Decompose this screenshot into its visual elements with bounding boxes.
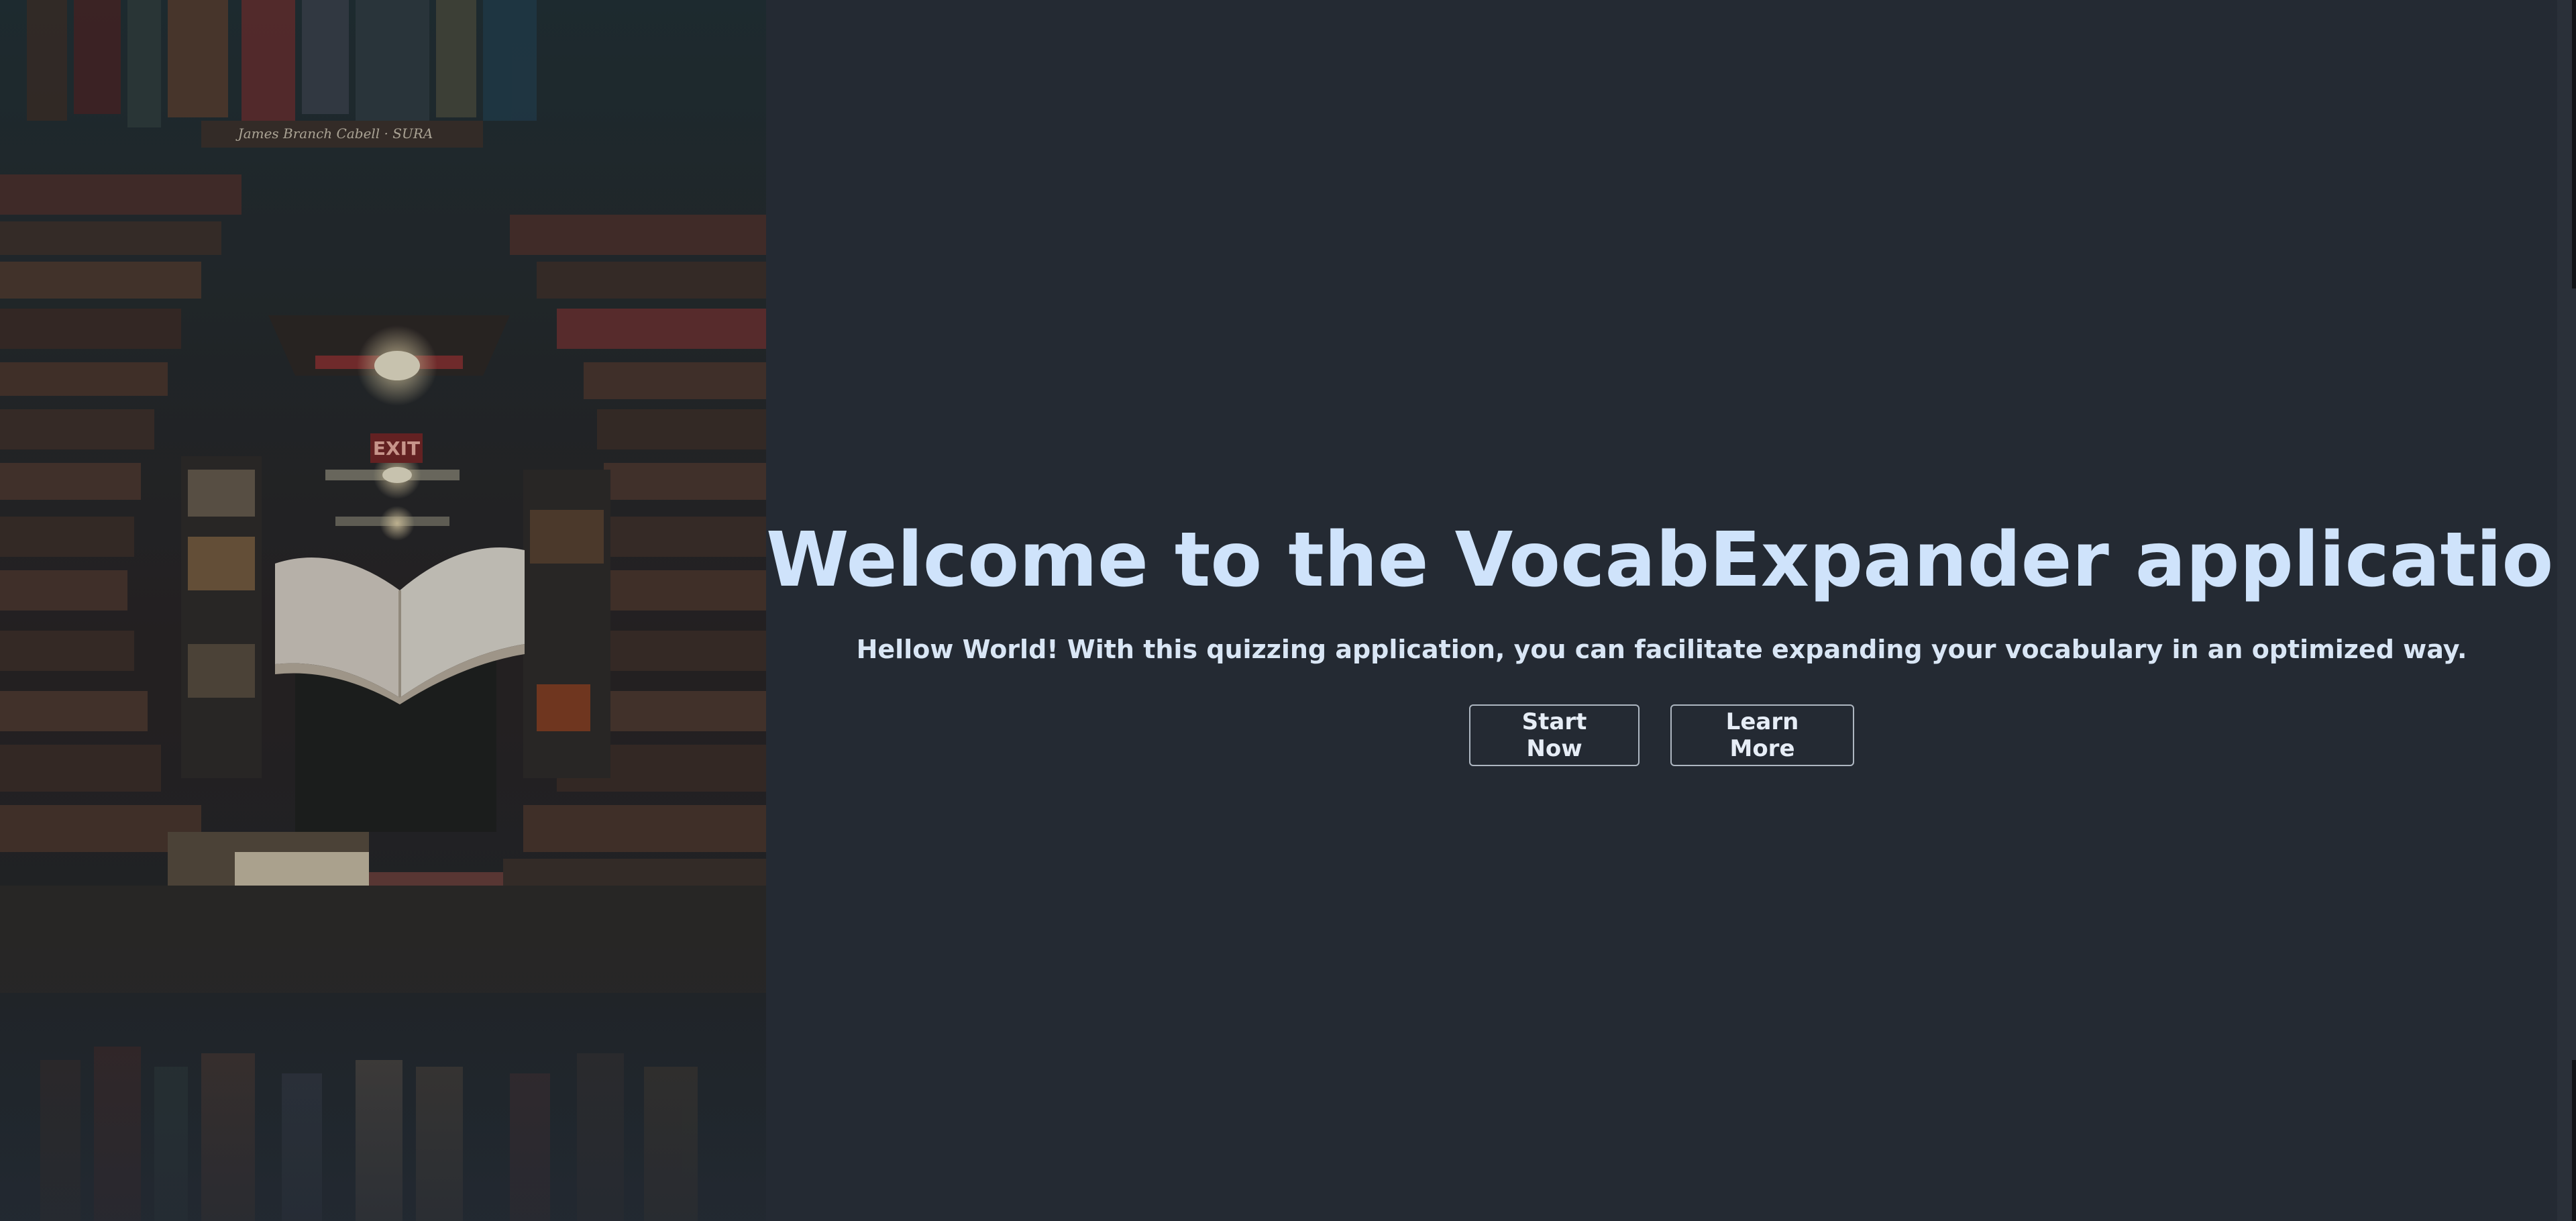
hero-button-group: Start Now Learn More [766,704,2557,766]
hero-content: Welcome to the VocabExpander application… [766,0,2576,1221]
scrollbar-track-top [2572,0,2576,288]
start-now-button[interactable]: Start Now [1469,704,1640,766]
page-title: Welcome to the VocabExpander application [766,517,2576,604]
vertical-scrollbar[interactable] [2557,0,2576,1221]
scrollbar-track-bottom [2572,1060,2576,1221]
library-books-photo-icon: EXIT James Branch Cabell · SURA [0,0,766,1221]
library-photo: EXIT James Branch Cabell · SURA [0,0,766,1221]
landing-page: EXIT James Branch Cabell · SURA Welcome … [0,0,2576,1221]
hero-subtitle: Hellow World! With this quizzing applica… [856,635,2467,664]
learn-more-button[interactable]: Learn More [1670,704,1854,766]
